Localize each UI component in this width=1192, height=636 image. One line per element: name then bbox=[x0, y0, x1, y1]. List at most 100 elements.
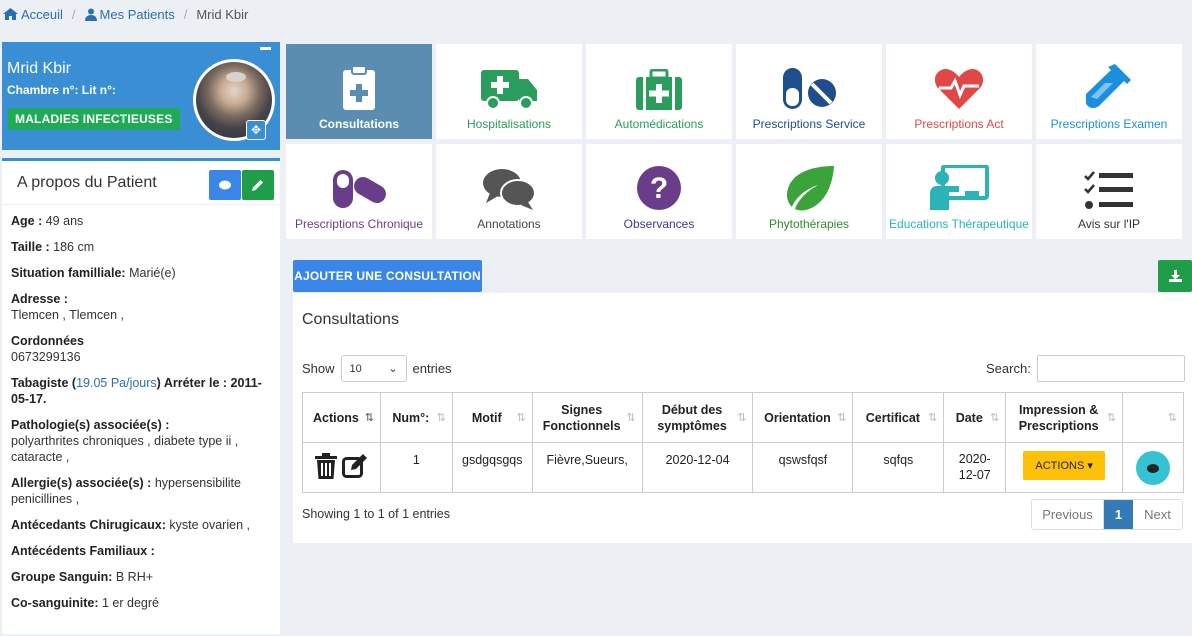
page-size-control: Show 10 ⌄ entries bbox=[302, 355, 452, 382]
ambulance-icon bbox=[481, 70, 537, 110]
table-info: Showing 1 to 1 of 1 entries bbox=[302, 507, 451, 521]
breadcrumb-current: Mrid Kbir bbox=[196, 6, 249, 22]
comment-icon bbox=[219, 180, 231, 189]
tile-consultations[interactable]: Consultations bbox=[286, 44, 432, 139]
cell-orientation: qswsfqsf bbox=[752, 442, 854, 493]
sort-icon: ⇅ bbox=[626, 411, 636, 424]
col-orientation[interactable]: Orientation ⇅ bbox=[752, 392, 854, 443]
medkit-icon bbox=[636, 69, 682, 110]
tile-hospitalisations[interactable]: Hospitalisations bbox=[436, 44, 582, 139]
move-icon[interactable]: ✥ bbox=[246, 120, 266, 140]
contact-row: Cordonnées 0673299136 bbox=[11, 334, 84, 364]
surgical-row: Antécedants Chirugicaux: kyste ovarien , bbox=[11, 518, 250, 532]
col-date[interactable]: Date ⇅ bbox=[943, 392, 1007, 443]
heartbeat-icon bbox=[934, 69, 984, 109]
pagination: Previous 1 Next bbox=[1031, 499, 1183, 530]
address-row: Adresse : Tlemcen , Tlemcen , bbox=[11, 292, 125, 322]
tile-educations-therapeutique[interactable]: Educations Thérapeutique bbox=[886, 144, 1032, 239]
consanguinity-row: Co-sanguinite: 1 er degré bbox=[11, 596, 159, 610]
panel-title: Consultations bbox=[302, 311, 399, 328]
age-row: Age : 49 ans bbox=[11, 214, 84, 228]
question-icon: ? bbox=[637, 166, 681, 210]
consultations-panel: Consultations Show 10 ⌄ entries Search: A… bbox=[293, 293, 1192, 543]
col-num[interactable]: Num°: ⇅ bbox=[379, 392, 453, 443]
download-icon bbox=[1168, 270, 1182, 282]
cell-debut: 2020-12-04 bbox=[641, 442, 754, 493]
minimize-icon[interactable] bbox=[260, 47, 271, 50]
comments-icon bbox=[483, 169, 536, 210]
col-certificat[interactable]: Certificat ⇅ bbox=[852, 392, 945, 443]
cell-certificat: sqfqs bbox=[852, 442, 945, 493]
service-badge: MALADIES INFECTIEUSES bbox=[8, 108, 180, 130]
home-icon bbox=[3, 8, 18, 20]
sort-icon: ⇅ bbox=[364, 411, 374, 424]
tile-prescriptions-examen[interactable]: Prescriptions Examen bbox=[1036, 44, 1182, 139]
allergy-row: Allergie(s) associée(s) : hypersensibili… bbox=[11, 476, 241, 506]
edit-icon[interactable] bbox=[342, 453, 368, 482]
sort-icon: ⇅ bbox=[1106, 411, 1117, 424]
trash-icon[interactable] bbox=[314, 453, 337, 482]
col-extra[interactable]: ⇅ bbox=[1122, 392, 1184, 443]
col-impression[interactable]: Impression & Prescriptions ⇅ bbox=[1005, 392, 1124, 443]
cell-date: 2020-12-07 bbox=[943, 442, 1007, 493]
breadcrumb-home[interactable]: Acceuil bbox=[3, 7, 63, 22]
page-size-select[interactable]: 10 ⌄ bbox=[340, 355, 407, 382]
test-tube-icon bbox=[1086, 64, 1131, 108]
previous-page-button[interactable]: Previous bbox=[1032, 500, 1104, 529]
next-page-button[interactable]: Next bbox=[1133, 500, 1182, 529]
tile-prescriptions-service[interactable]: Prescriptions Service bbox=[736, 44, 882, 139]
family-status-row: Situation familliale: Marié(e) bbox=[11, 266, 176, 280]
tile-observances[interactable]: ? Observances bbox=[586, 144, 732, 239]
smoker-row: Tabagiste (19.05 Pa/jours) Arréter le : … bbox=[11, 376, 262, 406]
chevron-down-icon: ⌄ bbox=[388, 363, 398, 375]
user-md-icon bbox=[84, 8, 97, 21]
sort-icon: ⇅ bbox=[928, 411, 938, 424]
pills-icon bbox=[783, 68, 836, 109]
sort-icon: ⇅ bbox=[737, 411, 747, 424]
blood-group-row: Groupe Sanguin: B RH+ bbox=[11, 570, 154, 584]
comment-icon bbox=[1147, 463, 1160, 473]
sort-icon: ⇅ bbox=[989, 411, 1000, 424]
leaf-icon bbox=[787, 166, 834, 211]
edit-patient-button[interactable] bbox=[242, 170, 274, 200]
search-control: Search: bbox=[986, 355, 1185, 382]
height-row: Taille : 186 cm bbox=[11, 240, 95, 254]
tasks-icon bbox=[1084, 171, 1133, 209]
sort-icon: ⇅ bbox=[436, 411, 446, 424]
tile-prescriptions-chronique[interactable]: Prescriptions Chronique bbox=[286, 144, 432, 239]
breadcrumb-patients[interactable]: Mes Patients bbox=[84, 7, 175, 22]
tile-phytotherapies[interactable]: Phytothérapies bbox=[736, 144, 882, 239]
clipboard-plus-icon bbox=[343, 65, 375, 110]
cell-num: 1 bbox=[379, 442, 453, 493]
patient-room: Chambre n°: Lit n°: bbox=[7, 83, 116, 97]
capsules-icon bbox=[333, 170, 386, 208]
family-history-row: Antécédents Familiaux : bbox=[11, 544, 155, 558]
consultations-table: Actions ⇅ Num°: ⇅ Motif ⇅ Signes Fonctionne… bbox=[302, 392, 1184, 493]
add-consultation-button[interactable]: AJOUTER UNE CONSULTATION bbox=[293, 260, 482, 292]
breadcrumb: Acceuil / Mes Patients / Mrid Kbir bbox=[0, 0, 248, 28]
table-row: 1 gsdgqsgqs Fièvre,Sueurs, 2020-12-04 qs… bbox=[302, 442, 1184, 493]
col-signes[interactable]: Signes Fonctionnels ⇅ bbox=[531, 392, 643, 443]
sort-icon: ⇅ bbox=[516, 411, 526, 424]
col-motif[interactable]: Motif ⇅ bbox=[451, 392, 533, 443]
pathology-row: Pathologie(s) associée(s) : polyarthrites… bbox=[11, 418, 239, 464]
comment-button[interactable] bbox=[1136, 451, 1171, 485]
col-debut[interactable]: Début des symptômes ⇅ bbox=[641, 392, 754, 443]
patient-name: Mrid Kbir bbox=[7, 60, 72, 77]
tile-annotations[interactable]: Annotations bbox=[436, 144, 582, 239]
download-button[interactable] bbox=[1158, 260, 1192, 292]
page-1-button[interactable]: 1 bbox=[1104, 500, 1133, 529]
teacher-icon bbox=[930, 165, 989, 210]
comment-button[interactable] bbox=[209, 170, 241, 200]
tile-avis-ip[interactable]: Avis sur l'IP bbox=[1036, 144, 1182, 239]
tile-automedications[interactable]: Automédications bbox=[586, 44, 732, 139]
patient-card: Mrid Kbir Chambre n°: Lit n°: MALADIES I… bbox=[2, 42, 280, 150]
search-input[interactable] bbox=[1036, 355, 1185, 382]
tile-prescriptions-act[interactable]: Prescriptions Act bbox=[886, 44, 1032, 139]
actions-dropdown-button[interactable]: ACTIONS ▾ bbox=[1023, 451, 1105, 480]
cell-motif: gsdgqsgqs bbox=[451, 442, 533, 493]
module-tiles: Consultations Hospitalisations Automédic… bbox=[286, 44, 1188, 239]
about-patient-panel: A propos du Patient Age : 49 ans Taille … bbox=[2, 158, 280, 634]
col-actions[interactable]: Actions ⇅ bbox=[302, 392, 381, 443]
cell-signes: Fièvre,Sueurs, bbox=[531, 442, 643, 493]
